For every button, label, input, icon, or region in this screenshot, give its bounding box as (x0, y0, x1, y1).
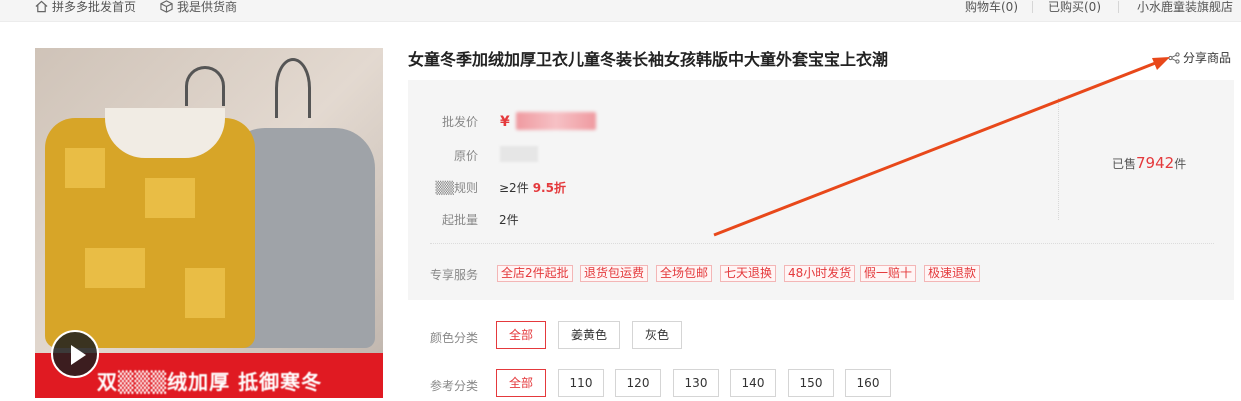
service-tag[interactable]: 全店2件起批 (497, 265, 573, 282)
wholesale-home-link[interactable]: 拼多多批发首页 (35, 0, 136, 14)
wholesale-price: ¥ (500, 112, 596, 130)
size-option-160[interactable]: 160 (845, 369, 891, 397)
home-icon (35, 0, 48, 13)
size-option-150[interactable]: 150 (788, 369, 834, 397)
top-navigation-bar: 拼多多批发首页 我是供货商 购物车(0) 已购买(0) 小水鹿童装旗舰店 (0, 0, 1241, 22)
services-label: 专享服务 (429, 268, 478, 282)
service-tag[interactable]: 极速退款 (924, 265, 981, 282)
cart-link[interactable]: 购物车(0) (965, 0, 1018, 14)
product-main-image[interactable]: 双▒▒▒绒加厚 抵御寒冬 (35, 48, 383, 398)
lace-collar-graphic (105, 108, 225, 158)
divider (1032, 1, 1033, 13)
divider (1118, 1, 1119, 13)
share-product-button[interactable]: 分享商品 (1168, 49, 1231, 66)
size-option-all[interactable]: 全部 (496, 369, 546, 397)
product-title: 女童冬季加绒加厚卫衣儿童冬装长袖女孩韩版中大童外套宝宝上衣潮 (408, 50, 889, 69)
promo-banner-text: 双▒▒▒绒加厚 抵御寒冬 (97, 370, 323, 394)
color-filter-label: 颜色分类 (429, 331, 478, 345)
service-tag[interactable]: 退货包运费 (580, 265, 649, 282)
wholesale-home-label: 拼多多批发首页 (52, 0, 137, 14)
sold-number: 7942 (1136, 154, 1175, 172)
color-option-grey[interactable]: 灰色 (632, 321, 682, 349)
price-label: 批发价 (441, 115, 478, 129)
size-option-130[interactable]: 130 (673, 369, 719, 397)
divider (1058, 98, 1059, 220)
share-icon (1168, 52, 1180, 64)
size-option-110[interactable]: 110 (558, 369, 604, 397)
discount-rule-value: ≥2件 9.5折 (499, 179, 566, 196)
size-filter-label: 参考分类 (429, 379, 478, 393)
supplier-link[interactable]: 我是供货商 (160, 0, 237, 14)
play-icon (71, 345, 86, 365)
service-tag[interactable]: 48小时发货 (784, 265, 856, 282)
cube-icon (160, 0, 173, 13)
sold-count: 已售7942件 (1112, 154, 1187, 172)
min-order-label: 起批量 (441, 213, 478, 227)
currency-symbol: ¥ (500, 114, 510, 130)
supplier-label: 我是供货商 (177, 0, 238, 14)
hanger-graphic (185, 66, 225, 106)
hanger-graphic (275, 58, 311, 118)
discount-value: 9.5折 (532, 181, 566, 195)
discount-condition: ≥2件 (499, 181, 529, 195)
service-tag[interactable]: 七天退换 (720, 265, 777, 282)
size-option-120[interactable]: 120 (615, 369, 661, 397)
min-order-value: 2件 (499, 213, 519, 227)
original-price-redacted (500, 146, 538, 162)
service-tag[interactable]: 假一赔十 (860, 265, 917, 282)
discount-rule-label: ▒▒规则 (435, 181, 478, 195)
price-redacted (515, 112, 596, 130)
video-play-button[interactable] (51, 330, 99, 378)
color-option-ginger-yellow[interactable]: 姜黄色 (558, 321, 620, 349)
divider (430, 243, 1214, 244)
service-tag[interactable]: 全场包邮 (656, 265, 713, 282)
size-option-140[interactable]: 140 (730, 369, 776, 397)
shop-link[interactable]: 小水鹿童装旗舰店 (1137, 0, 1233, 14)
purchased-link[interactable]: 已购买(0) (1048, 0, 1101, 14)
share-label: 分享商品 (1183, 51, 1232, 65)
original-price-label: 原价 (453, 149, 478, 163)
color-option-all[interactable]: 全部 (496, 321, 546, 349)
